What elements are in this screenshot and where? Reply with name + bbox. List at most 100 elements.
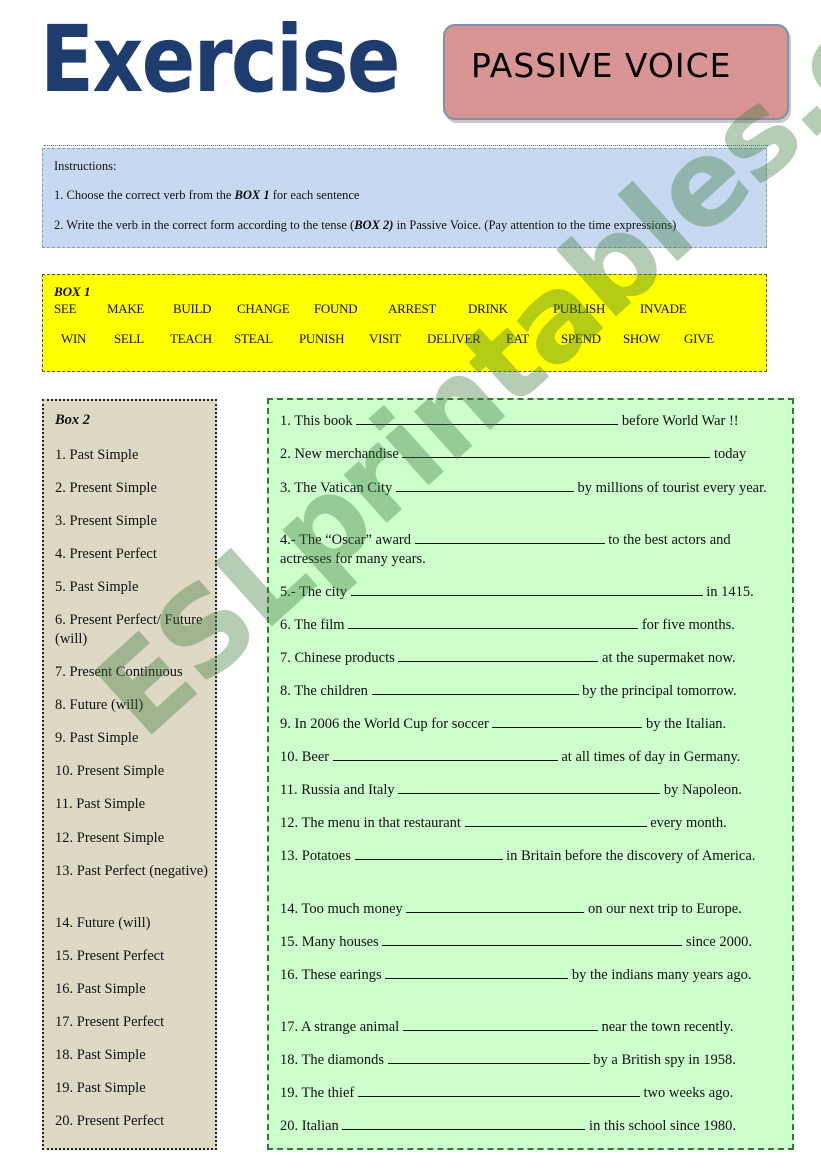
answer-blank[interactable] bbox=[406, 898, 585, 913]
verb-option: BUILD bbox=[173, 301, 212, 316]
answer-blank[interactable] bbox=[357, 1082, 640, 1097]
exercise-item: 9. In 2006 the World Cup for soccer by t… bbox=[280, 713, 785, 734]
exercise-item: 12. The menu in that restaurant every mo… bbox=[280, 812, 785, 833]
answer-blank[interactable] bbox=[332, 746, 558, 761]
tense-item: 12. Present Simple bbox=[55, 830, 165, 846]
verb-option: STEAL bbox=[234, 331, 273, 346]
exercise-prompt: 1. This book bbox=[280, 413, 357, 429]
topic-badge: PASSIVE VOICE bbox=[443, 24, 789, 120]
instructions-heading: Instructions: bbox=[54, 159, 117, 173]
exercise-prompt: 3. The Vatican City bbox=[280, 480, 396, 496]
verb-option: DRINK bbox=[468, 301, 508, 316]
tense-item: 2. Present Simple bbox=[55, 480, 157, 496]
exercise-ending: at the supermaket now. bbox=[598, 650, 736, 666]
answer-blank[interactable] bbox=[382, 931, 683, 946]
instructions-box: Instructions: 1. Choose the correct verb… bbox=[42, 148, 767, 248]
tense-item: 20. Present Perfect bbox=[55, 1113, 165, 1129]
tense-item: 15. Present Perfect bbox=[55, 948, 165, 964]
exercise-prompt: 2. New merchandise bbox=[280, 446, 403, 462]
exercise-ending: near the town recently. bbox=[597, 1019, 734, 1035]
exercise-item: 20. Italian in this school since 1980. bbox=[280, 1115, 785, 1136]
tense-item: 11. Past Simple bbox=[55, 796, 146, 812]
verb-option: DELIVER bbox=[427, 331, 481, 346]
tense-item: 9. Past Simple bbox=[55, 730, 139, 746]
exercise-ending: at all times of day in Germany. bbox=[557, 749, 741, 765]
exercise-item: 1. This book before World War !! bbox=[280, 410, 785, 431]
verb-option: MAKE bbox=[107, 301, 145, 316]
exercise-prompt: 8. The children bbox=[280, 683, 372, 699]
verb-option: FOUND bbox=[314, 301, 358, 316]
tense-item: 14. Future (will) bbox=[55, 915, 151, 931]
verb-option: PUNISH bbox=[299, 331, 345, 346]
answer-blank[interactable] bbox=[402, 1016, 598, 1031]
exercise-ending: by the indians many years ago. bbox=[568, 967, 752, 983]
answer-blank[interactable] bbox=[371, 680, 579, 695]
header-divider bbox=[44, 145, 768, 146]
answer-blank[interactable] bbox=[398, 647, 599, 662]
answer-blank[interactable] bbox=[342, 1115, 586, 1130]
exercise-ending: in Britain before the discovery of Ameri… bbox=[502, 848, 756, 864]
exercise-item: 3. The Vatican City by millions of touri… bbox=[280, 477, 785, 498]
exercise-item: 11. Russia and Italy by Napoleon. bbox=[280, 779, 785, 800]
exercise-prompt: 11. Russia and Italy bbox=[280, 782, 399, 798]
verb-box: BOX 1 SEE MAKE BUILD CHANGE FOUND ARREST DRINK… bbox=[42, 274, 767, 372]
tense-item: 18. Past Simple bbox=[55, 1047, 146, 1063]
verb-option: WIN bbox=[61, 331, 87, 346]
tense-item: 7. Present Continuous bbox=[55, 664, 183, 680]
exercise-prompt: 10. Beer bbox=[280, 749, 333, 765]
worksheet-title: Exercise bbox=[40, 6, 401, 113]
tense-item: 8. Future (will) bbox=[55, 697, 144, 713]
exercise-prompt: 12. The menu in that restaurant bbox=[280, 815, 465, 831]
verb-option: CHANGE bbox=[237, 301, 290, 316]
exercise-item: 2. New merchandise today bbox=[280, 443, 785, 464]
answer-blank[interactable] bbox=[414, 529, 605, 544]
exercise-ending: by a British spy in 1958. bbox=[589, 1052, 736, 1068]
exercise-prompt: 13. Potatoes bbox=[280, 848, 355, 864]
answer-blank[interactable] bbox=[356, 410, 619, 425]
instruction-1-tail: for each sentence bbox=[269, 188, 360, 202]
exercise-ending: in this school since 1980. bbox=[585, 1118, 737, 1134]
answer-blank[interactable] bbox=[464, 812, 647, 827]
exercise-prompt: 19. The thief bbox=[280, 1085, 358, 1101]
exercise-item: 4.- The “Oscar” award to the best actors… bbox=[280, 529, 785, 569]
verb-option: EAT bbox=[506, 331, 529, 346]
exercise-prompt: 18. The diamonds bbox=[280, 1052, 388, 1068]
exercise-item: 13. Potatoes in Britain before the disco… bbox=[280, 845, 785, 866]
exercise-prompt: 16. These earings bbox=[280, 967, 386, 983]
answer-blank[interactable] bbox=[387, 1049, 590, 1064]
exercise-list: 1. This book before World War !! 2. New m… bbox=[267, 398, 794, 1150]
exercise-prompt: 5.- The city bbox=[280, 584, 351, 600]
verb-option: GIVE bbox=[684, 331, 714, 346]
exercise-item: 7. Chinese products at the supermaket no… bbox=[280, 647, 785, 668]
tense-item: 17. Present Perfect bbox=[55, 1014, 165, 1030]
instruction-2-box-ref: BOX 2) bbox=[354, 218, 394, 232]
exercise-ending: every month. bbox=[646, 815, 727, 831]
exercise-prompt: 14. Too much money bbox=[280, 901, 407, 917]
verb-box-label: BOX 1 bbox=[54, 284, 91, 299]
answer-blank[interactable] bbox=[354, 845, 503, 860]
exercise-item: 5.- The city in 1415. bbox=[280, 581, 785, 602]
answer-blank[interactable] bbox=[385, 964, 569, 979]
exercise-prompt: 15. Many houses bbox=[280, 934, 383, 950]
exercise-item: 18. The diamonds by a British spy in 195… bbox=[280, 1049, 785, 1070]
instruction-2-text: 2. Write the verb in the correct form ac… bbox=[54, 218, 355, 232]
verb-option: INVADE bbox=[640, 301, 687, 316]
tense-item: 16. Past Simple bbox=[55, 981, 146, 997]
answer-blank[interactable] bbox=[492, 713, 643, 728]
exercise-prompt: 17. A strange animal bbox=[280, 1019, 403, 1035]
answer-blank[interactable] bbox=[402, 443, 711, 458]
answer-blank[interactable] bbox=[350, 581, 703, 596]
answer-blank[interactable] bbox=[348, 614, 639, 629]
exercise-ending: by the principal tomorrow. bbox=[578, 683, 737, 699]
tense-item: 10. Present Simple bbox=[55, 763, 165, 779]
instruction-1: 1. Choose the correct verb from the BOX … bbox=[54, 188, 359, 203]
answer-blank[interactable] bbox=[398, 779, 661, 794]
verb-option: PUBLISH bbox=[553, 301, 606, 316]
exercise-ending: by the Italian. bbox=[642, 716, 727, 732]
answer-blank[interactable] bbox=[395, 477, 574, 492]
exercise-ending: today bbox=[710, 446, 747, 462]
tense-item: 4. Present Perfect bbox=[55, 546, 157, 562]
exercise-ending: two weeks ago. bbox=[639, 1085, 734, 1101]
exercise-ending: for five months. bbox=[638, 617, 735, 633]
exercise-item: 19. The thief two weeks ago. bbox=[280, 1082, 785, 1103]
